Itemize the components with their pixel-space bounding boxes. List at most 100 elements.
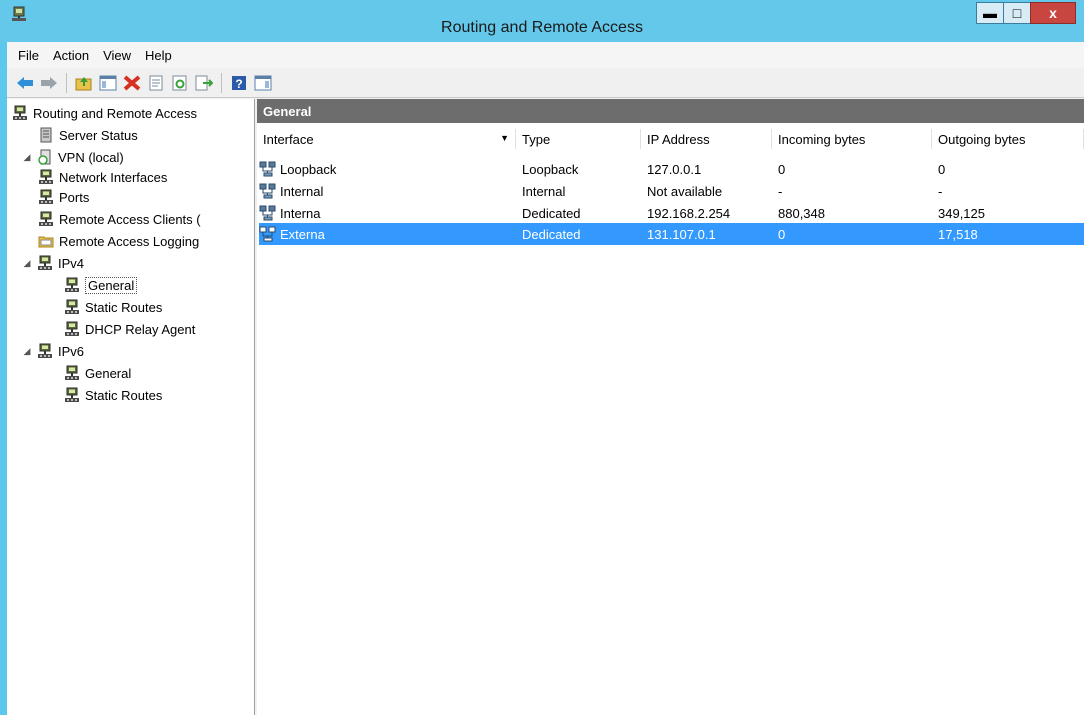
tree-item-label: Static Routes bbox=[85, 387, 163, 403]
cell-interface: Externa bbox=[259, 223, 325, 245]
network-icon bbox=[63, 277, 81, 293]
cell-text: Internal bbox=[522, 183, 566, 199]
delete-icon[interactable] bbox=[120, 72, 143, 94]
toolbar: ? bbox=[7, 68, 1084, 98]
table-row[interactable]: Externa Dedicated 131.107.0.1 0 17,518 bbox=[259, 223, 1084, 245]
tree-item-label: Network Interfaces bbox=[59, 169, 168, 185]
column-header-type[interactable]: Type bbox=[516, 129, 641, 149]
column-label: Incoming bytes bbox=[778, 131, 866, 147]
pane-header: General bbox=[257, 99, 1084, 123]
tree-item[interactable]: Ports bbox=[37, 187, 89, 207]
table-row[interactable]: Loopback Loopback 127.0.0.1 0 0 bbox=[257, 159, 1084, 179]
network-interface-icon bbox=[259, 161, 279, 177]
network-icon bbox=[63, 321, 81, 337]
up-folder-icon[interactable] bbox=[72, 72, 95, 94]
network-icon bbox=[63, 387, 81, 403]
network-icon bbox=[37, 169, 55, 185]
expand-collapse-icon[interactable]: ◢ bbox=[21, 346, 33, 357]
tree-item-label: IPv4 bbox=[58, 255, 85, 271]
console-tree[interactable]: Routing and Remote Access Server Status ◢ V… bbox=[7, 99, 255, 715]
column-header-outgoing-bytes[interactable]: Outgoing bytes bbox=[932, 129, 1084, 149]
properties-icon[interactable] bbox=[144, 72, 167, 94]
cell-text: Not available bbox=[647, 183, 723, 199]
svg-text:?: ? bbox=[235, 77, 242, 91]
details-pane[interactable]: General Interface ▼ Type IP Address Inco… bbox=[257, 99, 1084, 715]
cell-text: - bbox=[778, 183, 783, 199]
export-list-icon[interactable] bbox=[192, 72, 215, 94]
tree-item[interactable]: General bbox=[63, 363, 131, 383]
table-row[interactable]: Interna Dedicated 192.168.2.254 880,348 349,… bbox=[257, 203, 1084, 223]
tree-item[interactable]: ◢ IPv6 bbox=[21, 341, 84, 361]
tree-item[interactable]: Static Routes bbox=[63, 385, 162, 405]
cell-out: 0 bbox=[938, 159, 945, 179]
server-local-icon bbox=[36, 149, 54, 165]
tree-item-label: DHCP Relay Agent bbox=[85, 321, 196, 337]
tree-item[interactable]: Server Status bbox=[37, 125, 138, 145]
cell-in: 0 bbox=[778, 159, 785, 179]
close-button[interactable]: x bbox=[1030, 2, 1076, 24]
cell-text: 0 bbox=[938, 161, 946, 177]
cell-text: Interna bbox=[280, 205, 321, 221]
tree-item-label: VPN (local) bbox=[58, 149, 124, 165]
column-label: Outgoing bytes bbox=[938, 131, 1026, 147]
menu-file[interactable]: File bbox=[11, 48, 46, 63]
tree-item[interactable]: General bbox=[63, 275, 138, 295]
column-label: Type bbox=[522, 131, 551, 147]
minimize-button[interactable]: ▬ bbox=[976, 2, 1004, 24]
cell-text: Loopback bbox=[280, 161, 337, 177]
cell-text: Externa bbox=[280, 226, 325, 242]
network-icon bbox=[36, 343, 54, 359]
table-row[interactable]: Internal Internal Not available - - bbox=[257, 181, 1084, 201]
cell-out: 17,518 bbox=[938, 223, 978, 245]
column-header-ip-address[interactable]: IP Address bbox=[641, 129, 772, 149]
tree-item[interactable]: Remote Access Logging bbox=[37, 231, 199, 251]
cell-text: Internal bbox=[280, 183, 324, 199]
tree-item[interactable]: ◢ IPv4 bbox=[21, 253, 84, 273]
toolbar-separator bbox=[221, 72, 222, 93]
cell-text: - bbox=[938, 183, 943, 199]
mmc-frame: File Action View Help ? Routing and Remo… bbox=[7, 42, 1084, 715]
cell-interface: Interna bbox=[259, 203, 320, 223]
cell-type: Dedicated bbox=[522, 223, 581, 245]
tree-item[interactable]: Network Interfaces bbox=[37, 167, 167, 187]
maximize-button[interactable]: □ bbox=[1003, 2, 1031, 24]
window-title: Routing and Remote Access bbox=[441, 19, 643, 36]
tree-item[interactable]: Routing and Remote Access bbox=[11, 103, 197, 123]
tree-item-label: General bbox=[85, 276, 138, 294]
expand-collapse-icon[interactable]: ◢ bbox=[21, 258, 33, 269]
folder-icon bbox=[37, 233, 55, 249]
tree-item-label: IPv6 bbox=[58, 343, 85, 359]
menu-action[interactable]: Action bbox=[46, 48, 96, 63]
cell-type: Internal bbox=[522, 181, 565, 201]
help-icon[interactable]: ? bbox=[227, 72, 250, 94]
tree-item[interactable]: DHCP Relay Agent bbox=[63, 319, 195, 339]
back-arrow-icon[interactable] bbox=[13, 72, 36, 94]
network-icon bbox=[37, 211, 55, 227]
tree-item-label: General bbox=[85, 365, 132, 381]
refresh-icon[interactable] bbox=[168, 72, 191, 94]
cell-type: Dedicated bbox=[522, 203, 581, 223]
tree-item[interactable]: Remote Access Clients ( bbox=[37, 209, 201, 229]
app-window: Routing and Remote Access ▬ □ x File Act… bbox=[0, 0, 1084, 715]
menu-help[interactable]: Help bbox=[138, 48, 179, 63]
cell-text: 127.0.0.1 bbox=[647, 161, 702, 177]
menu-view[interactable]: View bbox=[96, 48, 138, 63]
forward-arrow-icon[interactable] bbox=[37, 72, 60, 94]
column-header-interface[interactable]: Interface ▼ bbox=[257, 129, 516, 149]
show-hide-action-pane-icon[interactable] bbox=[251, 72, 274, 94]
cell-text: 17,518 bbox=[938, 226, 978, 242]
network-icon bbox=[37, 189, 55, 205]
tree-item[interactable]: ◢ VPN (local) bbox=[21, 147, 124, 167]
title-bar[interactable]: Routing and Remote Access ▬ □ x bbox=[0, 0, 1084, 42]
status-icon bbox=[37, 127, 55, 143]
tree-item-label: Server Status bbox=[59, 127, 138, 143]
sort-descending-icon: ▼ bbox=[500, 133, 509, 143]
cell-text: 192.168.2.254 bbox=[647, 205, 731, 221]
column-label: IP Address bbox=[647, 131, 710, 147]
tree-item-label: Routing and Remote Access bbox=[33, 105, 198, 121]
column-header-incoming-bytes[interactable]: Incoming bytes bbox=[772, 129, 932, 149]
tree-item[interactable]: Static Routes bbox=[63, 297, 162, 317]
show-hide-tree-icon[interactable] bbox=[96, 72, 119, 94]
cell-type: Loopback bbox=[522, 159, 578, 179]
expand-collapse-icon[interactable]: ◢ bbox=[21, 152, 33, 163]
